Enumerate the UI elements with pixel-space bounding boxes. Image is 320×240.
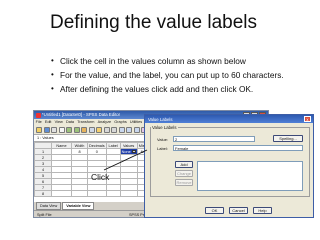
callout-line (103, 149, 148, 171)
callout-label: Click (91, 172, 110, 182)
callout-arrow (103, 149, 148, 171)
